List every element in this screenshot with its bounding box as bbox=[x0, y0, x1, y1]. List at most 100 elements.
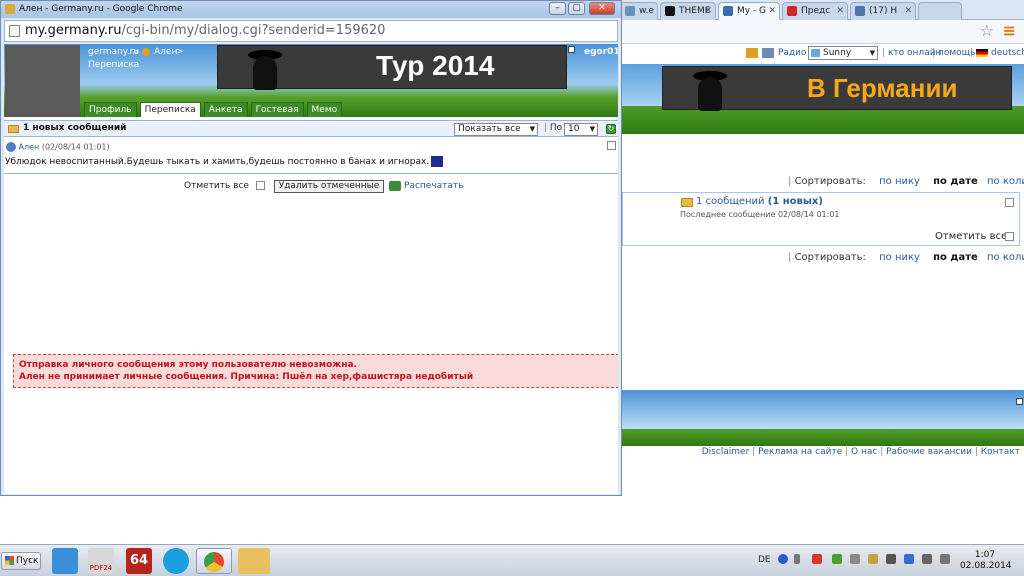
bg-tab-1[interactable]: w.e bbox=[620, 2, 658, 20]
tab-messages[interactable]: Переписка bbox=[139, 102, 201, 117]
sort-by-date-link[interactable]: по дате bbox=[933, 176, 978, 187]
message-author[interactable]: Ален bbox=[19, 143, 40, 152]
bg-tab-4[interactable]: Предс ✕ bbox=[782, 2, 848, 20]
german-flag-icon bbox=[976, 49, 988, 57]
minimize-button[interactable]: – bbox=[549, 2, 566, 15]
bluetooth-icon[interactable] bbox=[904, 554, 914, 564]
sort-by-count-link[interactable]: по количеству bbox=[987, 252, 1024, 263]
mark-all-checkbox[interactable] bbox=[255, 181, 265, 190]
print-icon[interactable] bbox=[389, 180, 402, 191]
nvidia-icon[interactable] bbox=[832, 554, 842, 564]
messages-toolbar: 1 новых сообщений Показать все ▼ | По 10… bbox=[4, 120, 618, 137]
theme-select[interactable]: Sunny ▼ bbox=[808, 46, 878, 60]
chrome-taskbar-button[interactable] bbox=[196, 548, 232, 574]
collapse-icon[interactable] bbox=[1016, 398, 1023, 405]
message-checkbox[interactable] bbox=[607, 141, 616, 150]
taskbar: Пуск PDF24 64 DE 1:07 02.08.2014 bbox=[0, 544, 1024, 576]
skype-icon[interactable] bbox=[163, 548, 189, 574]
divider bbox=[4, 173, 618, 174]
start-button[interactable]: Пуск bbox=[1, 552, 41, 570]
bg-tab-3[interactable]: My - G ✕ bbox=[718, 2, 780, 20]
footer-link-about[interactable]: О нас bbox=[851, 447, 877, 457]
chevron-down-icon: ▼ bbox=[529, 125, 535, 133]
tab-questionnaire[interactable]: Анкета bbox=[203, 102, 248, 117]
chevron-down-icon: ▼ bbox=[589, 125, 595, 133]
footer-link-contact[interactable]: Контакт bbox=[981, 447, 1020, 457]
banner-title: Тур 2014 bbox=[376, 50, 495, 81]
banner-image: Тур 2014 bbox=[217, 45, 567, 90]
mark-all-checkbox[interactable] bbox=[1005, 232, 1014, 241]
start-label: Пуск bbox=[16, 556, 39, 566]
popup-window: Ален - Germany.ru - Google Chrome – ▢ ✕ … bbox=[0, 0, 622, 496]
network-icon[interactable] bbox=[922, 554, 932, 564]
window-titlebar[interactable]: Ален - Germany.ru - Google Chrome – ▢ ✕ bbox=[1, 1, 621, 18]
delete-selected-button[interactable]: Удалить отмеченные bbox=[273, 180, 385, 193]
footer-link-jobs[interactable]: Рабочие вакансии bbox=[886, 447, 972, 457]
per-page-select[interactable]: 10 ▼ bbox=[564, 123, 598, 136]
mark-all-label: Отметить все bbox=[184, 181, 249, 191]
chevron-icon[interactable] bbox=[794, 554, 800, 564]
battery-icon[interactable] bbox=[940, 554, 950, 564]
bg-tab-2[interactable]: THEME ✕ bbox=[660, 2, 716, 20]
url-path: /cgi-bin/my/dialog.cgi?senderid=159620 bbox=[121, 23, 386, 38]
per-page-label: По bbox=[549, 123, 563, 133]
new-tab-button[interactable] bbox=[918, 2, 962, 20]
app-64-icon[interactable]: 64 bbox=[126, 548, 152, 574]
menu-icon[interactable]: ≡ bbox=[1003, 21, 1016, 40]
close-icon[interactable]: ✕ bbox=[704, 3, 712, 19]
page-icon bbox=[9, 25, 20, 37]
language-link[interactable]: deutsch bbox=[991, 48, 1024, 58]
show-filter-select[interactable]: Показать все ▼ bbox=[454, 123, 538, 136]
refresh-icon[interactable]: ↻ bbox=[606, 124, 616, 134]
close-button[interactable]: ✕ bbox=[589, 2, 615, 15]
message-actions: Отметить все Удалить отмеченные Распечат… bbox=[184, 180, 463, 193]
notification-icon[interactable] bbox=[850, 554, 860, 564]
dialog-messages-link[interactable]: 1 сообщений bbox=[696, 196, 765, 207]
footer-link-disclaimer[interactable]: Disclaimer bbox=[702, 447, 750, 457]
language-indicator[interactable]: DE bbox=[758, 555, 771, 565]
maximize-button[interactable]: ▢ bbox=[568, 2, 585, 15]
media-player-icon[interactable] bbox=[52, 548, 78, 574]
antivirus-icon[interactable] bbox=[812, 554, 822, 564]
volume-icon[interactable] bbox=[886, 554, 896, 564]
footer-link-ads[interactable]: Реклама на сайте bbox=[758, 447, 842, 457]
theme-swatch-icon bbox=[811, 49, 820, 57]
chrome-icon bbox=[204, 552, 224, 572]
close-icon[interactable]: ✕ bbox=[904, 3, 912, 19]
breadcrumb-separator: > bbox=[176, 47, 184, 57]
clock-time: 1:07 bbox=[974, 550, 996, 560]
background-tab-strip: w.e THEME ✕ My - G ✕ Предс ✕ (17) Н ✕ bbox=[620, 0, 1024, 20]
upload-icon[interactable] bbox=[746, 48, 758, 58]
help-icon[interactable] bbox=[778, 554, 788, 564]
url-bar[interactable]: my.germany.ru/cgi-bin/my/dialog.cgi?send… bbox=[4, 20, 618, 42]
tab-memo[interactable]: Мемо bbox=[306, 102, 343, 117]
tab-favicon-icon bbox=[665, 6, 675, 16]
sort-by-count-link[interactable]: по количеству bbox=[987, 176, 1024, 187]
background-omnibox[interactable]: ☆ ≡ bbox=[620, 20, 1024, 44]
windows-logo-icon bbox=[5, 556, 14, 565]
pdf-tool-icon[interactable]: PDF24 bbox=[88, 548, 114, 574]
sort-label: Сортировать: bbox=[794, 252, 866, 263]
collapse-icon[interactable] bbox=[568, 46, 575, 53]
sort-by-nick-link[interactable]: по нику bbox=[879, 252, 920, 263]
clock[interactable]: 1:07 02.08.2014 bbox=[960, 550, 1012, 572]
sort-by-nick-link[interactable]: по нику bbox=[879, 176, 920, 187]
banner-image: В Германии bbox=[662, 66, 1012, 111]
tab-guestbook[interactable]: Гостевая bbox=[250, 102, 304, 117]
tab-profile[interactable]: Профиль bbox=[84, 102, 137, 117]
current-user[interactable]: egor01 bbox=[584, 47, 618, 57]
dialog-checkbox[interactable] bbox=[1005, 198, 1014, 207]
print-link[interactable]: Распечатать bbox=[404, 181, 463, 191]
message-text: Ублюдок невоспитанный.Будешь тыкать и ха… bbox=[5, 157, 430, 167]
radio-link[interactable]: Радио bbox=[778, 48, 807, 58]
site-topbar: Радио Sunny ▼ | кто онлайн | помощь | de… bbox=[620, 44, 1024, 64]
folder-icon bbox=[8, 125, 19, 133]
breadcrumb-user[interactable]: Ален bbox=[154, 47, 177, 57]
bookmark-star-icon[interactable]: ☆ bbox=[980, 21, 994, 40]
close-icon[interactable]: ✕ bbox=[836, 3, 844, 19]
close-icon[interactable]: ✕ bbox=[768, 3, 776, 19]
explorer-icon[interactable] bbox=[238, 548, 270, 574]
bg-tab-5[interactable]: (17) Н ✕ bbox=[850, 2, 916, 20]
app-tray-icon[interactable] bbox=[868, 554, 878, 564]
sort-by-date-link[interactable]: по дате bbox=[933, 252, 978, 263]
